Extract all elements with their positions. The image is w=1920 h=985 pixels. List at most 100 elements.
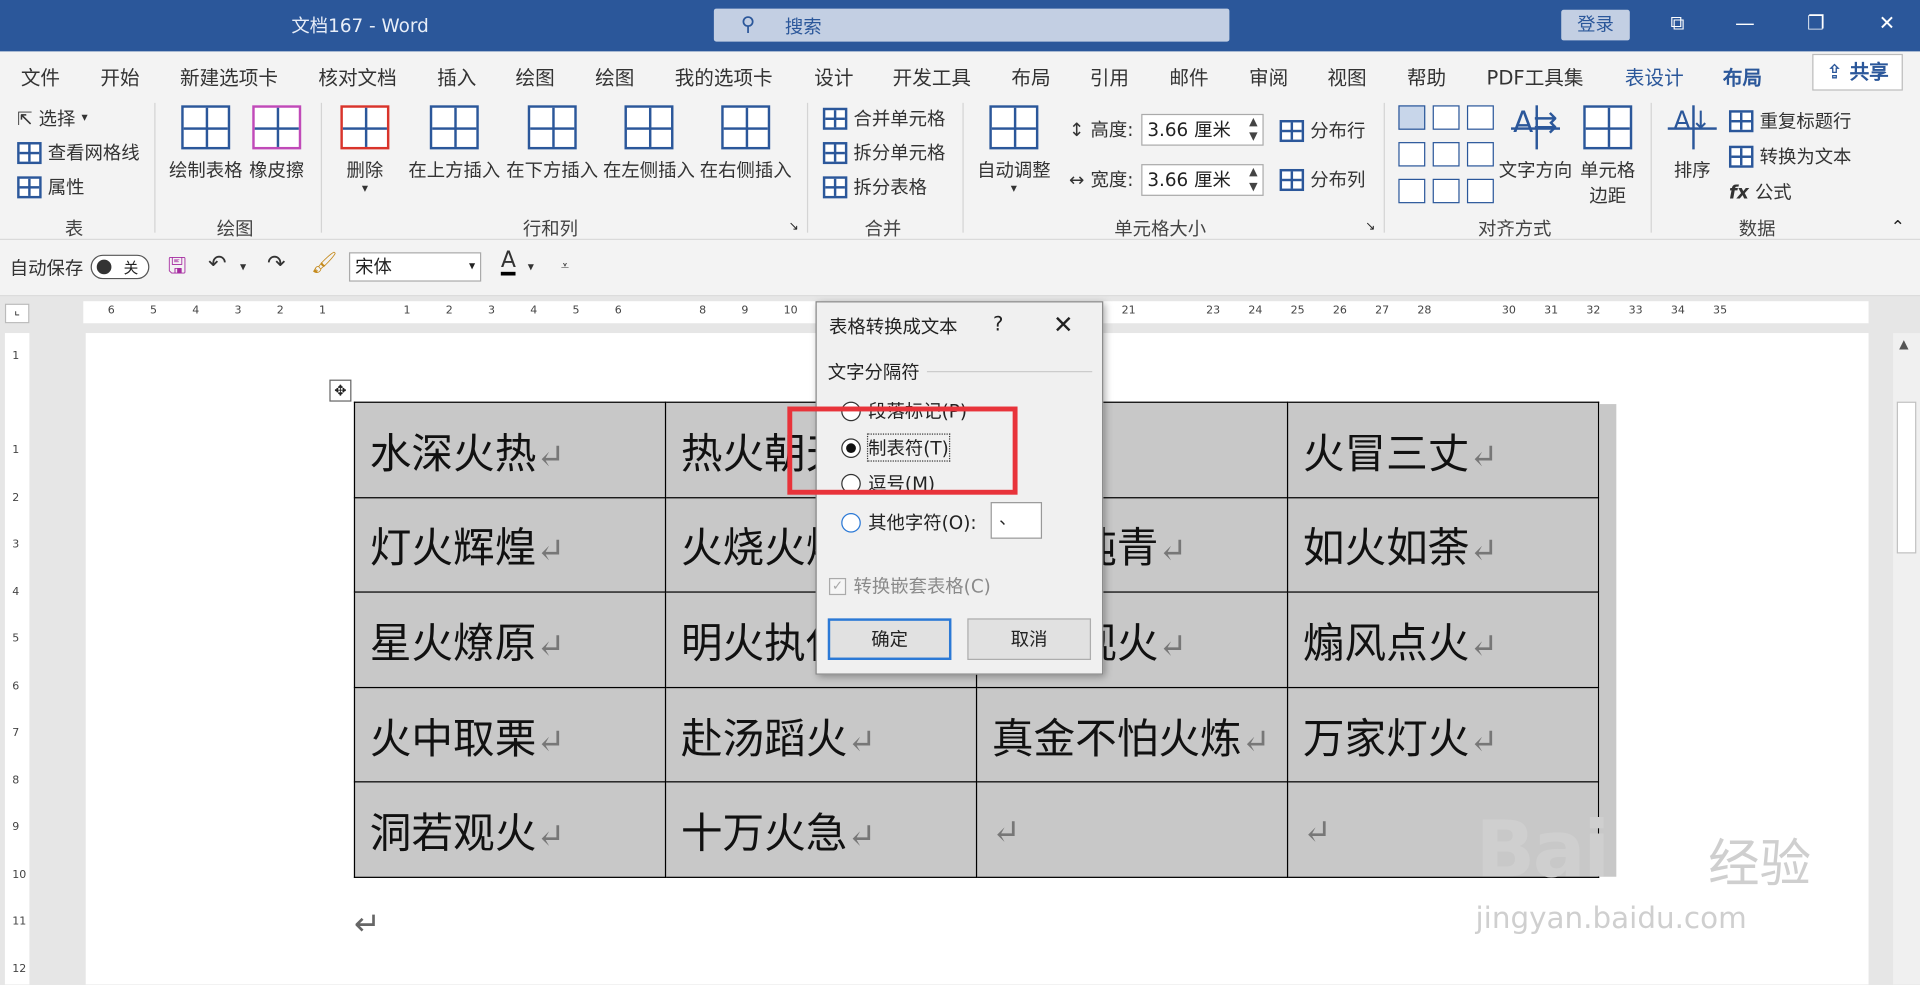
autosave-toggle[interactable]: 关 — [90, 254, 150, 280]
watermark-url: jingyan.baidu.com — [1475, 901, 1747, 936]
tab-references[interactable]: 引用 — [1090, 61, 1129, 90]
spinner-arrows-icon[interactable]: ▲ ▼ — [1249, 165, 1257, 194]
tab-review[interactable]: 审阅 — [1249, 61, 1288, 90]
undo-icon[interactable]: ↶ — [208, 251, 226, 277]
help-icon[interactable]: ? — [993, 312, 1003, 335]
table-cell[interactable]: 水深火热↵ — [353, 401, 667, 498]
align-top-left-button[interactable] — [1398, 105, 1426, 130]
table-cell[interactable]: 十万火急↵ — [664, 781, 978, 878]
tab-review-doc[interactable]: 核对文档 — [318, 61, 396, 90]
cell-margins-button[interactable]: 单元格 边距 — [1577, 105, 1638, 208]
scroll-up-icon[interactable]: ▲ — [1899, 338, 1908, 351]
table-cell[interactable]: 火冒三丈↵ — [1286, 401, 1600, 498]
ribbon-display-icon[interactable]: ⧉ — [1659, 11, 1696, 35]
tab-file[interactable]: 文件 — [21, 61, 60, 90]
tab-insert[interactable]: 插入 — [437, 61, 476, 90]
close-icon[interactable]: ✕ — [1869, 11, 1906, 34]
close-icon[interactable]: ✕ — [1053, 310, 1074, 339]
select-button[interactable]: ⇱ 选择 ▾ — [17, 105, 88, 131]
align-bottom-right-button[interactable] — [1466, 178, 1494, 204]
repeat-header-button[interactable]: 重复标题行 — [1728, 108, 1851, 134]
col-width-input[interactable]: 3.66 厘米 ▲ ▼ — [1141, 164, 1264, 196]
draw-table-button[interactable]: 绘制表格 — [169, 105, 242, 182]
insert-above-button[interactable]: 在上方插入 — [408, 105, 501, 182]
align-bottom-left-button[interactable] — [1398, 178, 1426, 204]
properties-button[interactable]: 属性 — [17, 174, 85, 200]
chevron-down-icon[interactable]: ▾ — [240, 261, 246, 274]
minimize-icon[interactable]: — — [1727, 11, 1764, 34]
split-table-button[interactable]: 拆分表格 — [822, 174, 927, 200]
align-middle-left-button[interactable] — [1398, 142, 1426, 167]
table-cell[interactable]: 赴汤蹈火↵ — [664, 686, 978, 783]
save-icon[interactable]: 🖫 — [168, 251, 187, 288]
dialog-launcher-icon[interactable]: ↘ — [1365, 220, 1375, 233]
vertical-scrollbar[interactable]: ▲ — [1893, 333, 1920, 985]
other-char-input[interactable]: 、 — [990, 502, 1043, 539]
table-cell[interactable]: 万家灯火↵ — [1286, 686, 1600, 783]
customize-qat-icon[interactable]: ⩡ — [561, 257, 569, 275]
tab-layout[interactable]: 布局 — [1011, 61, 1050, 90]
redo-icon[interactable]: ↷ — [267, 251, 285, 277]
collapse-ribbon-icon[interactable]: ⌃ — [1891, 218, 1905, 238]
tab-my-tab[interactable]: 我的选项卡 — [675, 61, 773, 90]
sort-button[interactable]: A↓ 排序 — [1665, 105, 1719, 182]
tab-table-layout[interactable]: 布局 — [1722, 61, 1763, 101]
table-cell[interactable]: 灯火辉煌↵ — [353, 496, 667, 593]
merge-cells-button[interactable]: 合并单元格 — [822, 105, 945, 131]
convert-nested-checkbox[interactable]: ✓ 转换嵌套表格(C) — [828, 573, 991, 599]
scroll-thumb[interactable] — [1896, 401, 1917, 554]
dialog-launcher-icon[interactable]: ↘ — [789, 220, 799, 233]
align-top-center-button[interactable] — [1432, 105, 1460, 130]
insert-left-button[interactable]: 在左侧插入 — [602, 105, 695, 182]
convert-to-text-button[interactable]: 转换为文本 — [1728, 143, 1851, 169]
tab-view[interactable]: 视图 — [1327, 61, 1366, 90]
autofit-button[interactable]: 自动调整 ▾ — [976, 105, 1052, 196]
chevron-down-icon[interactable]: ▾ — [528, 261, 534, 274]
radio-other-char[interactable]: 其他字符(O): — [841, 509, 977, 535]
table-cell[interactable]: 真金不怕火炼↵ — [975, 686, 1289, 783]
table-cell[interactable]: 洞若观火↵ — [353, 781, 667, 878]
tab-selector[interactable]: ⌞ — [4, 303, 30, 324]
formula-button[interactable]: fx 公式 — [1729, 179, 1792, 205]
ok-button[interactable]: 确定 — [827, 618, 952, 661]
view-gridlines-button[interactable]: 查看网格线 — [17, 140, 140, 166]
tab-pdf-tools[interactable]: PDF工具集 — [1487, 61, 1584, 90]
tab-draw-1[interactable]: 绘图 — [516, 61, 555, 90]
share-button[interactable]: ⇪ 共享 — [1812, 53, 1903, 91]
table-cell[interactable]: 火中取栗↵ — [353, 686, 667, 783]
table-cell[interactable]: ↵ — [975, 781, 1289, 878]
tab-draw-2[interactable]: 绘图 — [595, 61, 634, 90]
align-middle-right-button[interactable] — [1466, 142, 1494, 167]
eraser-button[interactable]: 橡皮擦 — [249, 105, 305, 182]
row-height-input[interactable]: 3.66 厘米 ▲ ▼ — [1141, 113, 1264, 146]
distribute-rows-button[interactable]: 分布行 — [1279, 118, 1365, 144]
font-select[interactable]: 宋体 ▾ — [348, 252, 482, 282]
format-painter-icon[interactable]: 🖌 — [311, 251, 337, 275]
delete-button[interactable]: 删除 ▾ — [338, 105, 392, 196]
distribute-cols-button[interactable]: 分布列 — [1279, 167, 1365, 193]
tab-design[interactable]: 设计 — [814, 61, 853, 90]
tab-home[interactable]: 开始 — [100, 61, 139, 90]
spinner-arrows-icon[interactable]: ▲ ▼ — [1249, 115, 1257, 144]
insert-right-button[interactable]: 在右侧插入 — [699, 105, 792, 182]
table-cell[interactable]: 如火如荼↵ — [1286, 496, 1600, 593]
tab-mailings[interactable]: 邮件 — [1169, 61, 1208, 90]
align-middle-center-button[interactable] — [1432, 142, 1460, 167]
tab-help[interactable]: 帮助 — [1407, 61, 1446, 90]
split-cells-button[interactable]: 拆分单元格 — [822, 140, 945, 166]
restore-icon[interactable]: ❐ — [1798, 11, 1835, 34]
table-cell[interactable]: 星火燎原↵ — [353, 591, 667, 688]
tab-developer[interactable]: 开发工具 — [893, 61, 971, 90]
table-cell[interactable]: 煽风点火↵ — [1286, 591, 1600, 688]
table-move-handle-icon[interactable]: ✥ — [329, 379, 352, 402]
login-button[interactable]: 登录 — [1561, 9, 1630, 41]
align-top-right-button[interactable] — [1466, 105, 1494, 130]
text-direction-button[interactable]: A⇉ 文字方向 — [1498, 105, 1574, 182]
insert-below-button[interactable]: 在下方插入 — [506, 105, 599, 182]
tab-new-tab[interactable]: 新建选项卡 — [180, 61, 278, 90]
tab-table-design[interactable]: 表设计 — [1625, 61, 1684, 90]
cancel-button[interactable]: 取消 — [967, 618, 1092, 661]
align-bottom-center-button[interactable] — [1432, 178, 1460, 204]
search-box[interactable]: ⚲ 搜索 — [713, 8, 1230, 42]
font-color-icon[interactable]: A — [500, 249, 516, 276]
